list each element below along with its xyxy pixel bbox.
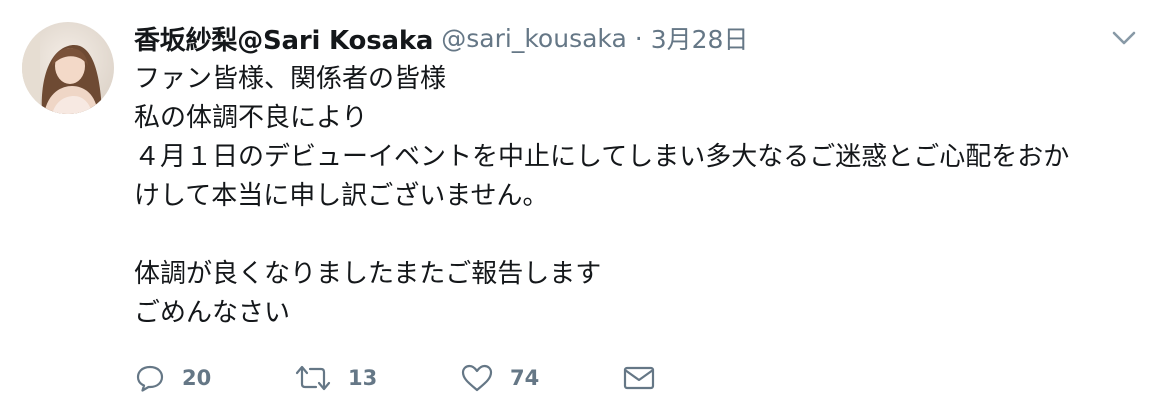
tweet-text: ファン皆様、関係者の皆様 私の体調不良により ４月１日のデビューイベントを中止に…: [134, 60, 1144, 333]
separator-dot: ·: [634, 23, 643, 53]
tweet-text-line: ファン皆様、関係者の皆様: [134, 64, 447, 94]
avatar[interactable]: [22, 22, 114, 114]
user-handle[interactable]: @sari_kousaka: [441, 24, 627, 53]
avatar-image: [22, 22, 114, 114]
reply-icon: [134, 362, 166, 394]
tweet-text-line: ごめんなさい: [134, 298, 291, 328]
tweet-text-line: 体調が良くなりましたまたご報告します: [134, 259, 602, 289]
like-count: 74: [510, 366, 540, 390]
tweet-header: 香坂紗梨@Sari Kosaka @sari_kousaka · 3月28日: [134, 18, 748, 58]
reply-button[interactable]: 20: [134, 362, 294, 394]
retweet-count: 13: [348, 366, 378, 390]
heart-icon: [460, 362, 494, 394]
tweet-actions: 20 13 74: [134, 360, 656, 396]
direct-message-button[interactable]: [622, 362, 656, 394]
retweet-button[interactable]: 13: [294, 362, 460, 394]
tweet-text-blank-line: [134, 216, 1144, 255]
tweet-text-line: けして本当に申し訳ございません。: [134, 181, 549, 211]
like-button[interactable]: 74: [460, 362, 622, 394]
retweet-icon: [294, 362, 332, 394]
tweet-date[interactable]: 3月28日: [651, 20, 749, 56]
tweet-text-line: 私の体調不良により: [134, 103, 368, 133]
tweet-card: 香坂紗梨@Sari Kosaka @sari_kousaka · 3月28日 フ…: [0, 0, 1158, 402]
tweet-text-line: ４月１日のデビューイベントを中止にしてしまい多大なるご迷惑とご心配をおか: [134, 142, 1070, 172]
display-name[interactable]: 香坂紗梨@Sari Kosaka: [134, 20, 433, 57]
reply-count: 20: [182, 366, 212, 390]
envelope-icon: [622, 362, 656, 394]
chevron-down-icon[interactable]: [1110, 24, 1138, 52]
